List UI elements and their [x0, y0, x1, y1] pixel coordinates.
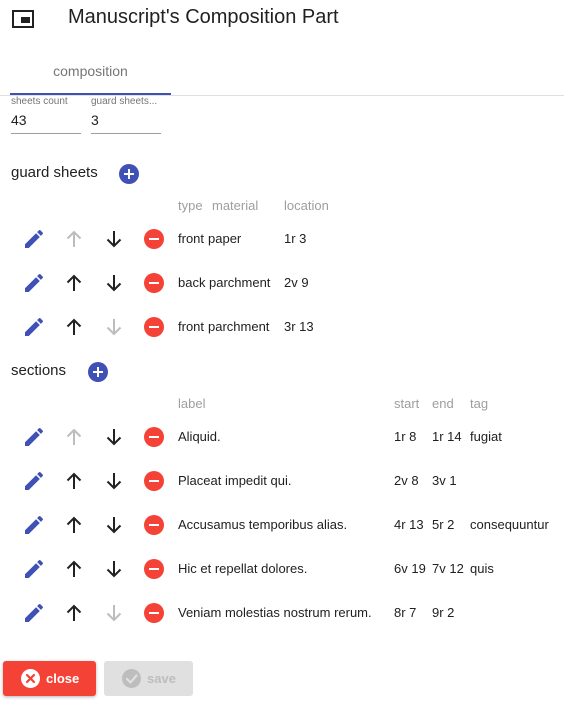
col-type: type	[178, 198, 203, 213]
guard-sheets-title: guard sheets	[11, 164, 98, 181]
move-up-arrow-icon[interactable]	[62, 601, 86, 625]
sheets-count-field[interactable]: sheets count	[11, 96, 81, 134]
col-material: material	[212, 198, 259, 213]
move-down-arrow-icon[interactable]	[102, 513, 126, 537]
header: Manuscript's Composition Part	[0, 0, 564, 40]
sections-row: Accusamus temporibus alias. 4r 13 5r 2 cons…	[0, 503, 564, 547]
tab-bar: composition	[0, 56, 564, 96]
remove-circle-icon[interactable]	[144, 317, 164, 337]
remove-circle-icon[interactable]	[144, 515, 164, 535]
sections-start-cell: 6v 19	[394, 561, 426, 576]
remove-circle-icon[interactable]	[144, 603, 164, 623]
remove-circle-icon[interactable]	[144, 273, 164, 293]
move-down-arrow-icon[interactable]	[102, 425, 126, 449]
sections-label-cell: Aliquid.	[178, 429, 221, 444]
move-down-arrow-icon[interactable]	[102, 227, 126, 251]
save-button[interactable]: save	[104, 661, 193, 696]
guard-sheets-field[interactable]: guard sheets...	[91, 96, 161, 134]
remove-circle-icon[interactable]	[144, 471, 164, 491]
sections-start-cell: 4r 13	[394, 517, 424, 532]
move-down-arrow-icon[interactable]	[102, 271, 126, 295]
sections-row: Hic et repellat dolores. 6v 19 7v 12 quis	[0, 547, 564, 591]
sections-tag-cell: quis	[470, 561, 494, 576]
edit-pencil-icon[interactable]	[22, 469, 46, 493]
save-label: save	[147, 671, 176, 686]
guard-sheets-input[interactable]	[91, 112, 161, 128]
add-section-button[interactable]	[88, 362, 108, 382]
sections-end-cell: 3v 1	[432, 473, 457, 488]
sections-label-cell: Placeat impedit qui.	[178, 473, 292, 488]
sections-end-cell: 7v 12	[432, 561, 464, 576]
guard-sheets-type-cell: front	[178, 319, 205, 334]
sections-end-cell: 5r 2	[432, 517, 455, 532]
window-icon	[12, 10, 34, 28]
close-button[interactable]: close	[3, 661, 96, 696]
check-circle-icon	[122, 669, 141, 688]
guard-sheets-location-cell: 1r 3	[284, 231, 307, 246]
sections-tag-cell: consequuntur	[470, 517, 549, 532]
guard-sheets-location-cell: 2v 9	[284, 275, 309, 290]
move-up-arrow-icon[interactable]	[62, 315, 86, 339]
edit-pencil-icon[interactable]	[22, 271, 46, 295]
guard-sheets-type-cell: back	[178, 275, 206, 290]
edit-pencil-icon[interactable]	[22, 513, 46, 537]
sheets-count-label: sheets count	[11, 96, 68, 107]
edit-pencil-icon[interactable]	[22, 557, 46, 581]
remove-circle-icon[interactable]	[144, 427, 164, 447]
close-circle-icon	[21, 669, 40, 688]
add-guard-sheet-button[interactable]	[119, 164, 139, 184]
guard-sheets-material-cell: parchment	[208, 319, 270, 334]
close-label: close	[46, 671, 80, 686]
col-tag: tag	[470, 396, 489, 411]
sections-row: Aliquid. 1r 8 1r 14 fugiat	[0, 415, 564, 459]
edit-pencil-icon[interactable]	[22, 601, 46, 625]
guard-sheets-material-cell: paper	[208, 231, 242, 246]
sections-end-cell: 9r 2	[432, 605, 455, 620]
move-up-arrow-icon[interactable]	[62, 271, 86, 295]
sections-row: Veniam molestias nostrum rerum. 8r 7 9r 2	[0, 591, 564, 635]
move-up-arrow-icon[interactable]	[62, 513, 86, 537]
edit-pencil-icon[interactable]	[22, 315, 46, 339]
sections-label-cell: Veniam molestias nostrum rerum.	[178, 605, 372, 620]
move-up-arrow-icon[interactable]	[62, 425, 86, 449]
sections-tag-cell: fugiat	[470, 429, 502, 444]
sections-row: Placeat impedit qui. 2v 8 3v 1	[0, 459, 564, 503]
guard-sheets-row: front paper 1r 3	[0, 217, 564, 261]
move-down-arrow-icon[interactable]	[102, 469, 126, 493]
sheets-count-input[interactable]	[11, 112, 81, 128]
sections-label-cell: Hic et repellat dolores.	[178, 561, 308, 576]
move-up-arrow-icon[interactable]	[62, 469, 86, 493]
sections-start-cell: 1r 8	[394, 429, 417, 444]
guard-sheets-row: front parchment 3r 13	[0, 305, 564, 349]
col-start: start	[394, 396, 420, 411]
page-title: Manuscript's Composition Part	[68, 6, 339, 28]
remove-circle-icon[interactable]	[144, 229, 164, 249]
guard-sheets-row: back parchment 2v 9	[0, 261, 564, 305]
tab-composition[interactable]: composition	[10, 56, 171, 95]
col-end: end	[432, 396, 454, 411]
guard-sheets-label: guard sheets...	[91, 96, 158, 107]
sections-end-cell: 1r 14	[432, 429, 462, 444]
move-down-arrow-icon[interactable]	[102, 315, 126, 339]
col-location: location	[284, 198, 329, 213]
sections-start-cell: 2v 8	[394, 473, 419, 488]
guard-sheets-type-cell: front	[178, 231, 205, 246]
move-down-arrow-icon[interactable]	[102, 601, 126, 625]
guard-sheets-location-cell: 3r 13	[284, 319, 314, 334]
move-up-arrow-icon[interactable]	[62, 227, 86, 251]
guard-sheets-material-cell: parchment	[209, 275, 271, 290]
sections-label-cell: Accusamus temporibus alias.	[178, 517, 348, 532]
edit-pencil-icon[interactable]	[22, 227, 46, 251]
sections-start-cell: 8r 7	[394, 605, 417, 620]
move-down-arrow-icon[interactable]	[102, 557, 126, 581]
col-label: label	[178, 396, 206, 411]
remove-circle-icon[interactable]	[144, 559, 164, 579]
sections-title: sections	[11, 362, 67, 379]
edit-pencil-icon[interactable]	[22, 425, 46, 449]
move-up-arrow-icon[interactable]	[62, 557, 86, 581]
